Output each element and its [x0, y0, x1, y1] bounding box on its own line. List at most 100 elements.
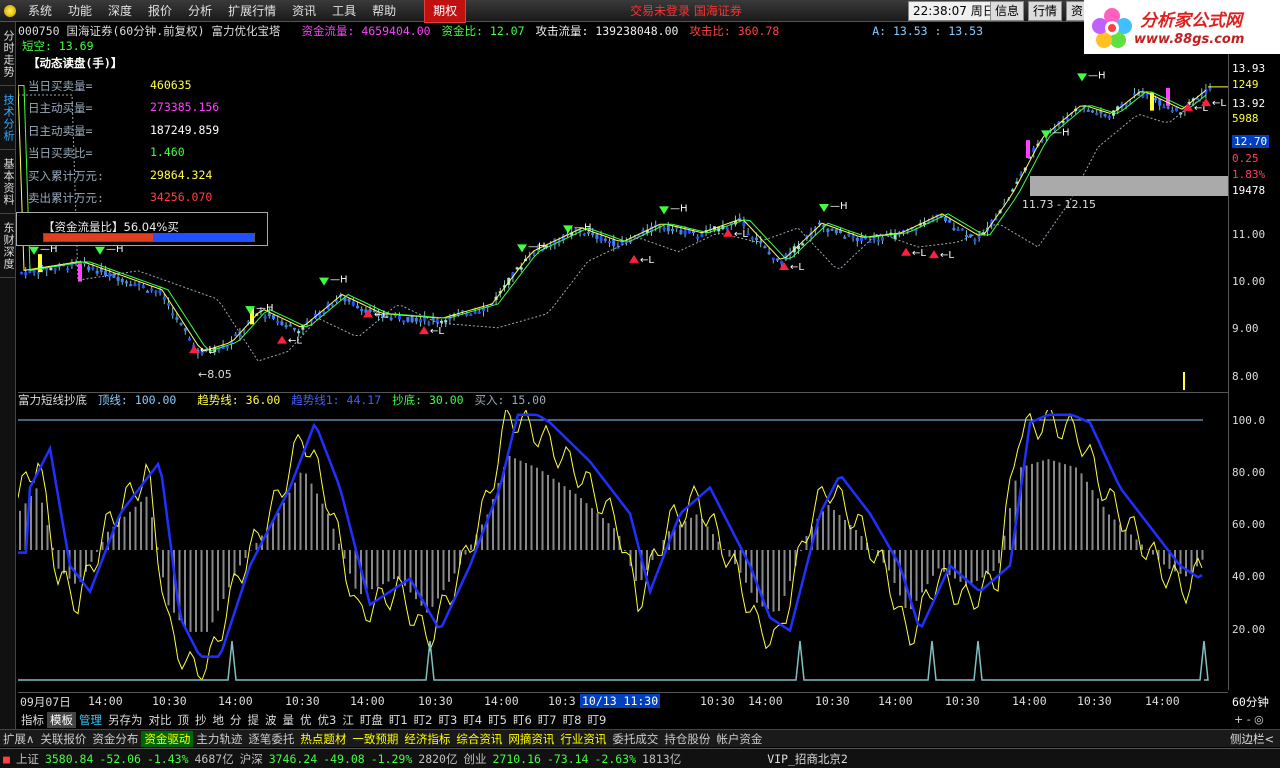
high-label: —H	[1088, 70, 1106, 81]
candle-body	[759, 241, 763, 244]
bottom-tab-7[interactable]: 一致预期	[349, 731, 401, 747]
menu-5[interactable]: 扩展行情	[220, 0, 284, 22]
candle-body	[595, 234, 599, 239]
menu-4[interactable]: 分析	[180, 0, 220, 22]
bottom-tab-11[interactable]: 行业资讯	[557, 731, 609, 747]
toolbar-8[interactable]: 分	[227, 712, 245, 728]
menu-6[interactable]: 资讯	[284, 0, 324, 22]
tab-technical[interactable]: 技术分析	[0, 86, 16, 150]
candle-body	[66, 268, 70, 271]
high-marker-icon	[319, 277, 329, 286]
bottom-tab-13[interactable]: 持仓股份	[661, 731, 713, 747]
bottom-tabs: 扩展∧ 关联报价 资金分布 资金驱动 主力轨迹 逐笔委托 热点题材 一致预期 经济指标 综合资讯网…	[0, 729, 1280, 747]
menu-2[interactable]: 深度	[100, 0, 140, 22]
trade-status[interactable]: 交易未登录 国海证券	[630, 0, 742, 22]
bottom-tab-3[interactable]: 资金驱动	[141, 730, 194, 747]
candle-body	[288, 324, 292, 327]
toolbar-10[interactable]: 波	[262, 712, 280, 728]
cy-label[interactable]: 创业	[460, 751, 489, 767]
candle-body	[1103, 114, 1107, 117]
toolbar-9[interactable]: 提	[245, 712, 263, 728]
toolbar-20[interactable]: 盯5	[485, 712, 510, 728]
bottom-tab-14[interactable]: 帐户资金	[713, 731, 765, 747]
quote-button[interactable]: 行情	[1028, 1, 1063, 21]
bottom-tab-8[interactable]: 经济指标	[401, 731, 453, 747]
candle-body	[965, 235, 968, 238]
toolbar-2[interactable]: 管理	[76, 712, 105, 728]
toolbar-24[interactable]: 盯9	[584, 712, 609, 728]
attack-flow-value: 139238048.00	[595, 24, 679, 38]
hs-label[interactable]: 沪深	[237, 751, 266, 767]
toolbar-0[interactable]: 指标	[18, 712, 47, 728]
bottom-tab-4[interactable]: 主力轨迹	[193, 731, 245, 747]
candle-body	[469, 314, 473, 317]
candle-body	[1065, 117, 1069, 120]
menu-0[interactable]: 系统	[20, 0, 60, 22]
toolbar-18[interactable]: 盯3	[435, 712, 460, 728]
cy-amount: 1813亿	[642, 751, 682, 766]
candle-body	[125, 281, 128, 284]
toolbar-5[interactable]: 顶	[175, 712, 193, 728]
bottom-tab-10[interactable]: 网摘资讯	[505, 731, 557, 747]
bottom-tab-0[interactable]: 扩展∧	[0, 731, 37, 747]
candle-body	[351, 301, 355, 306]
fund-flow-buy-fill	[44, 234, 154, 241]
bottom-tab-5[interactable]: 逐笔委托	[245, 731, 297, 747]
tab-intraday[interactable]: 分时走势	[0, 22, 16, 86]
toolbar-21[interactable]: 盯6	[510, 712, 535, 728]
candle-body	[477, 311, 481, 314]
toolbar-11[interactable]: 量	[280, 712, 298, 728]
time-axis-label: 09月07日	[20, 695, 71, 709]
ratio-label: 资金比:	[441, 24, 483, 38]
toolbar-17[interactable]: 盯2	[411, 712, 436, 728]
toolbar-12[interactable]: 优	[297, 712, 315, 728]
osc-name: 富力短线抄底	[18, 393, 87, 407]
tab-fundamental[interactable]: 基本资料	[0, 150, 16, 214]
sidebar-toggle[interactable]: 侧边栏<	[1230, 731, 1274, 747]
toolbar-16[interactable]: 盯1	[386, 712, 411, 728]
menu-3[interactable]: 报价	[140, 0, 180, 22]
bottom-tab-1[interactable]: 关联报价	[37, 731, 89, 747]
time-axis-label: 14:00	[350, 694, 385, 708]
toolbar-3[interactable]: 另存为	[105, 712, 146, 728]
candle-body	[402, 320, 406, 323]
zoom-controls[interactable]: + - ◎	[1234, 713, 1264, 726]
menu-options[interactable]: 期权	[424, 0, 467, 23]
bottom-tab-2[interactable]: 资金分布	[89, 731, 141, 747]
candle-body	[591, 232, 595, 236]
toolbar-14[interactable]: 江	[339, 712, 357, 728]
oscillator-chart[interactable]	[18, 410, 1228, 692]
candle-body	[116, 277, 120, 281]
toolbar-22[interactable]: 盯7	[535, 712, 560, 728]
period-label[interactable]: 60分钟	[1232, 694, 1269, 710]
bottom-tab-9[interactable]: 综合资讯	[453, 731, 505, 747]
candle-body	[272, 315, 275, 319]
toolbar-4[interactable]: 对比	[146, 712, 175, 728]
toolbar-6[interactable]: 抄	[192, 712, 210, 728]
high-label: —H	[830, 201, 848, 212]
low-marker-icon	[629, 254, 639, 263]
toolbar-7[interactable]: 地	[210, 712, 228, 728]
menu-8[interactable]: 帮助	[364, 0, 404, 22]
vip-account[interactable]: VIP_招商北京2	[764, 751, 851, 767]
sh-label[interactable]: 上证	[13, 751, 42, 767]
tab-eastmoney[interactable]: 东财深度	[0, 214, 16, 278]
info-button[interactable]: 信息	[990, 1, 1025, 21]
toolbar-19[interactable]: 盯4	[460, 712, 485, 728]
ratio-value: 12.07	[489, 24, 525, 38]
candle-body	[427, 322, 431, 325]
flow-label: 资金流量:	[301, 24, 355, 38]
sh-icon: ■	[3, 751, 10, 766]
candle-body	[20, 272, 23, 275]
toolbar-23[interactable]: 盯8	[560, 712, 585, 728]
toolbar-1[interactable]: 模板	[47, 712, 76, 728]
osc-axis-label: 100.0	[1232, 414, 1266, 427]
time-axis-label: 14:00	[218, 694, 253, 708]
bottom-tab-6[interactable]: 热点题材	[297, 731, 349, 747]
menu-7[interactable]: 工具	[324, 0, 364, 22]
toolbar-13[interactable]: 优3	[315, 712, 340, 728]
candle-body	[1107, 116, 1111, 119]
menu-1[interactable]: 功能	[60, 0, 100, 22]
toolbar-15[interactable]: 盯盘	[357, 712, 386, 728]
bottom-tab-12[interactable]: 委托成交	[609, 731, 661, 747]
